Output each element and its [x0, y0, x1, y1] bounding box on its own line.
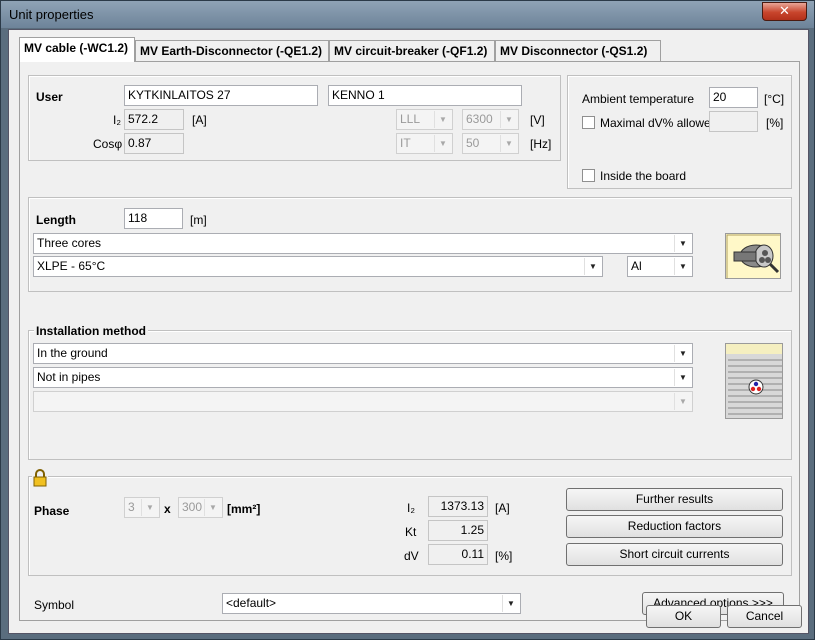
ok-button[interactable]: OK	[646, 605, 721, 628]
user-name1-field[interactable]: KYTKINLAITOS 27	[124, 85, 318, 106]
installation-extra-combo[interactable]: ▼	[33, 391, 693, 412]
phase-times-label: x	[164, 502, 171, 516]
chevron-down-icon: ▼	[674, 393, 691, 410]
cable-icon	[726, 234, 780, 278]
chevron-down-icon: ▼	[500, 111, 517, 128]
maximal-dv-checkbox[interactable]	[582, 116, 595, 129]
iz-unit: [A]	[495, 501, 510, 515]
installation-group: Installation method In the ground ▼ Not …	[28, 324, 792, 460]
chevron-down-icon: ▼	[434, 111, 451, 128]
chevron-down-icon: ▼	[434, 135, 451, 152]
lock-icon[interactable]	[32, 469, 48, 487]
symbol-label: Symbol	[34, 598, 75, 612]
tab-mv-circuit-breaker[interactable]: MV circuit-breaker (-QF1.2)	[329, 40, 495, 62]
earthing-combo[interactable]: IT ▼	[396, 133, 453, 154]
phase-size-value: 300	[182, 500, 203, 514]
phase-count-combo[interactable]: 3 ▼	[124, 497, 160, 518]
ambient-temperature-label: Ambient temperature	[582, 92, 695, 106]
tab-page-mv-cable: User KYTKINLAITOS 27 KENNO 1 I₂ 572.2 [A…	[19, 61, 800, 621]
iz-label: I₂	[407, 501, 415, 515]
chevron-down-icon: ▼	[141, 499, 158, 516]
ib-field[interactable]: 572.2	[124, 109, 184, 130]
inside-board-checkbox[interactable]	[582, 169, 595, 182]
dialog-client-area: MV cable (-WC1.2) MV Earth-Disconnector …	[8, 29, 809, 634]
iz-field[interactable]: 1373.13	[428, 496, 488, 517]
chevron-down-icon: ▼	[500, 135, 517, 152]
chevron-down-icon: ▼	[674, 235, 691, 252]
tab-mv-cable[interactable]: MV cable (-WC1.2)	[19, 37, 135, 62]
ib-unit: [A]	[192, 113, 207, 127]
installation-image[interactable]	[725, 343, 783, 419]
system-value: LLL	[400, 112, 421, 126]
user-group: User KYTKINLAITOS 27 KENNO 1 I₂ 572.2 [A…	[28, 75, 561, 161]
pipes-value: Not in pipes	[37, 370, 101, 384]
chevron-down-icon: ▼	[502, 595, 519, 612]
earthing-value: IT	[400, 136, 411, 150]
material-combo[interactable]: Al ▼	[627, 256, 693, 277]
dv-field[interactable]: 0.11	[428, 544, 488, 565]
length-label: Length	[36, 213, 76, 227]
voltage-value: 6300	[466, 112, 493, 126]
chevron-down-icon: ▼	[204, 499, 221, 516]
further-results-button[interactable]: Further results	[566, 488, 783, 511]
ib-label: I₂	[113, 113, 121, 127]
material-value: Al	[631, 259, 642, 273]
phase-label: Phase	[34, 504, 70, 518]
cable-image[interactable]	[725, 233, 781, 279]
insulation-combo[interactable]: XLPE - 65°C ▼	[33, 256, 603, 277]
cores-combo[interactable]: Three cores ▼	[33, 233, 693, 254]
cancel-button[interactable]: Cancel	[727, 605, 802, 628]
dv-unit: [%]	[495, 549, 513, 563]
symbol-value: <default>	[226, 596, 277, 610]
chevron-down-icon: ▼	[674, 369, 691, 386]
kt-label: Kt	[405, 525, 417, 539]
underground-cable-icon	[726, 344, 782, 418]
symbol-combo[interactable]: <default> ▼	[222, 593, 521, 614]
reduction-factors-button[interactable]: Reduction factors	[566, 515, 783, 538]
ambient-temperature-field[interactable]: 20	[709, 87, 758, 108]
maximal-dv-label: Maximal dV% allowed	[600, 116, 718, 130]
phase-size-unit: [mm²]	[227, 502, 261, 516]
phase-count-value: 3	[128, 500, 135, 514]
phase-size-combo[interactable]: 300 ▼	[178, 497, 223, 518]
insulation-value: XLPE - 65°C	[37, 259, 106, 273]
length-unit: [m]	[190, 213, 207, 227]
cos-field[interactable]: 0.87	[124, 133, 184, 154]
cores-value: Three cores	[37, 236, 102, 250]
user-label: User	[36, 90, 63, 104]
phase-group: Phase 3 ▼ x 300 ▼ [mm²] I₂ 1373.13 [A] K…	[28, 469, 792, 576]
user-name2-field[interactable]: KENNO 1	[328, 85, 522, 106]
length-group: Length 118 [m] Three cores ▼ XLPE - 65°C…	[28, 197, 792, 292]
tab-mv-disconnector[interactable]: MV Disconnector (-QS1.2)	[495, 40, 661, 62]
chevron-down-icon: ▼	[674, 345, 691, 362]
maximal-dv-field[interactable]	[709, 111, 758, 132]
close-icon: ✕	[779, 4, 790, 19]
dialog-window: Unit properties ✕ MV cable (-WC1.2) MV E…	[0, 0, 815, 640]
frequency-unit: [Hz]	[530, 137, 552, 151]
pipes-combo[interactable]: Not in pipes ▼	[33, 367, 693, 388]
installation-method-label: Installation method	[34, 324, 149, 338]
voltage-combo[interactable]: 6300 ▼	[462, 109, 519, 130]
installation-method-combo[interactable]: In the ground ▼	[33, 343, 693, 364]
frequency-combo[interactable]: 50 ▼	[462, 133, 519, 154]
tab-mv-earth-disconnector[interactable]: MV Earth-Disconnector (-QE1.2)	[135, 40, 329, 62]
dv-label: dV	[404, 549, 419, 563]
installation-method-value: In the ground	[37, 346, 108, 360]
ambient-temperature-unit: [°C]	[764, 92, 785, 106]
maximal-dv-unit: [%]	[766, 116, 784, 130]
title-bar[interactable]: Unit properties ✕	[1, 1, 814, 28]
window-title: Unit properties	[9, 7, 94, 22]
kt-field[interactable]: 1.25	[428, 520, 488, 541]
length-field[interactable]: 118	[124, 208, 183, 229]
inside-board-label: Inside the board	[600, 169, 687, 183]
cos-label: Cosφ	[93, 137, 123, 151]
voltage-unit: [V]	[530, 113, 545, 127]
system-combo[interactable]: LLL ▼	[396, 109, 453, 130]
close-button[interactable]: ✕	[762, 2, 807, 21]
chevron-down-icon: ▼	[584, 258, 601, 275]
chevron-down-icon: ▼	[674, 258, 691, 275]
frequency-value: 50	[466, 136, 480, 150]
short-circuit-currents-button[interactable]: Short circuit currents	[566, 543, 783, 566]
ambient-group: Ambient temperature 20 [°C] Maximal dV% …	[567, 75, 792, 189]
